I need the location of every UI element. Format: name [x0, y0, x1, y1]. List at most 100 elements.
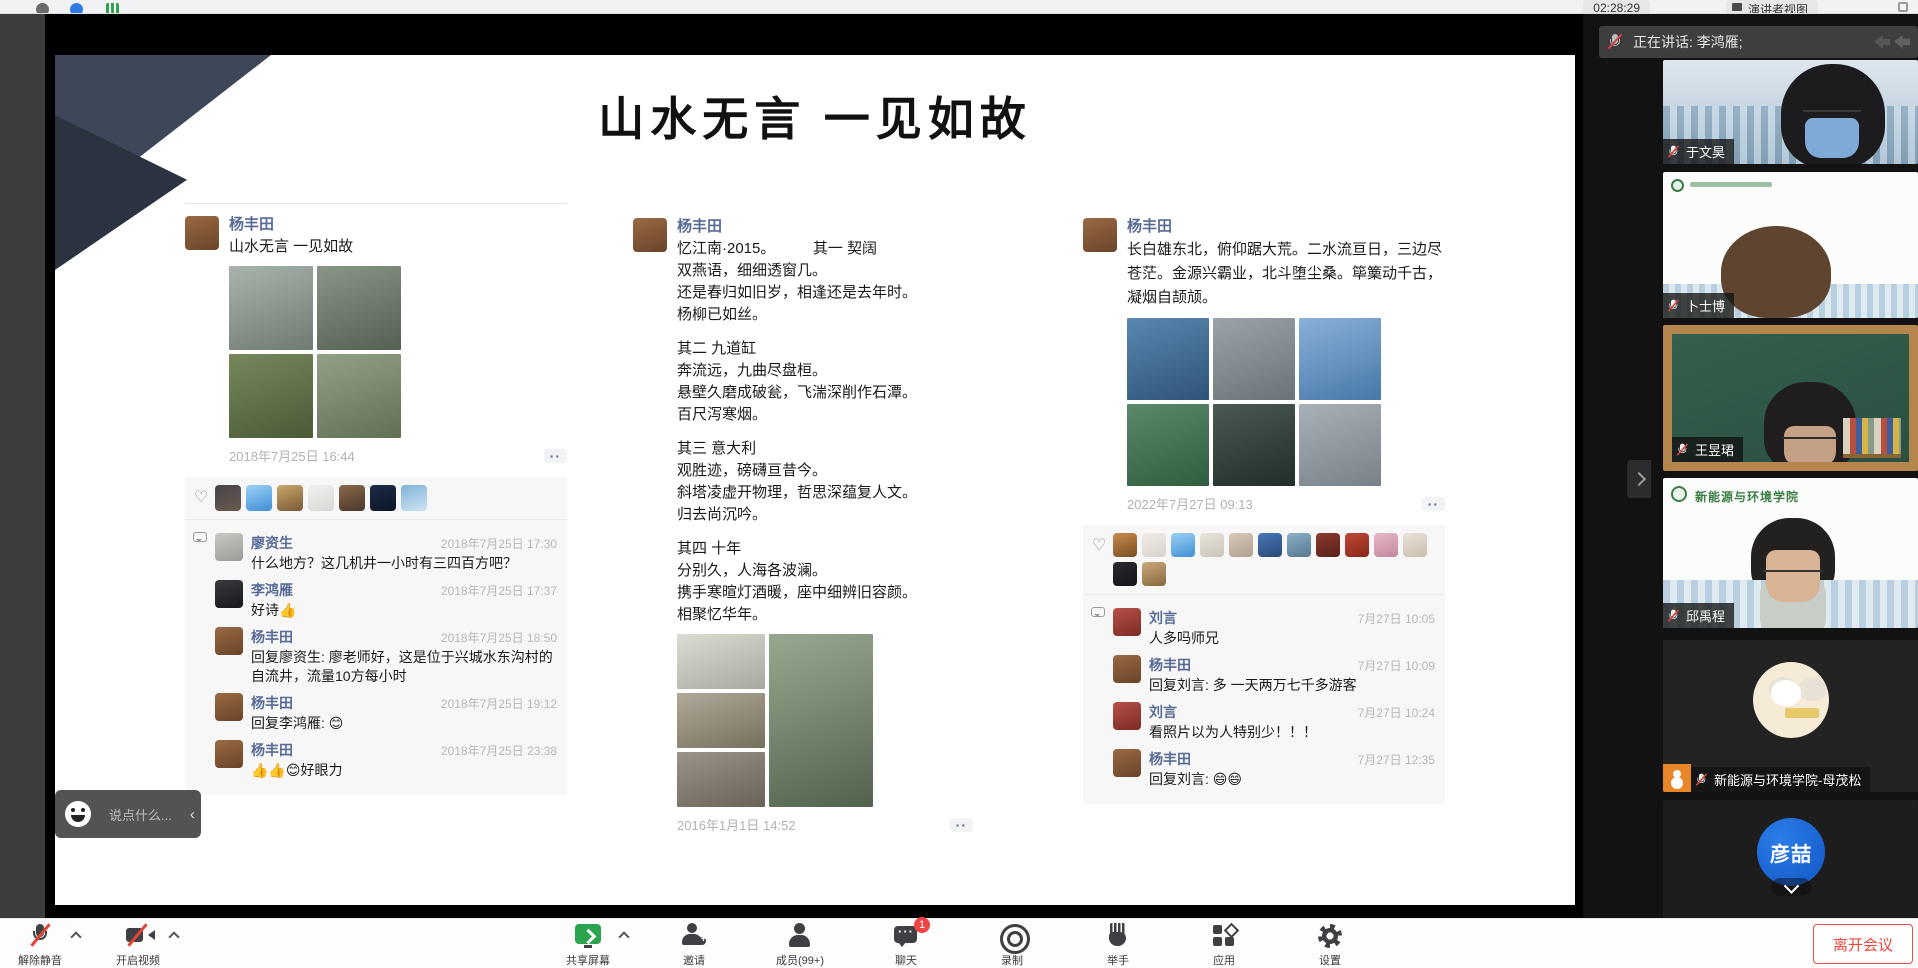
post-author-avatar	[1083, 218, 1117, 252]
emoji-icon[interactable]	[65, 801, 91, 827]
post-text-line: 双燕语，细细透窗几。	[677, 260, 973, 282]
comment-author: 杨丰田	[251, 693, 293, 713]
banner-arrows[interactable]	[1874, 35, 1910, 49]
participant-name-label: 邱禹程	[1663, 603, 1734, 628]
comment-avatar	[215, 740, 243, 768]
participant-feed-于文昊[interactable]: 于文昊	[1663, 60, 1918, 164]
window-control-icon[interactable]	[1898, 2, 1908, 12]
collapse-left-icon[interactable]: ‹	[190, 806, 195, 823]
like-avatar	[1345, 533, 1369, 557]
feed-decoration	[1805, 118, 1859, 158]
comment-head: 李鸿雁2018年7月25日 17:37	[251, 580, 557, 600]
like-avatar	[1258, 533, 1282, 557]
post-text-line	[677, 426, 973, 438]
comment-time: 2018年7月25日 19:12	[441, 695, 557, 712]
participant-name-label: 新能源与环境学院-母茂松	[1691, 767, 1870, 792]
toolbar-共享屏幕[interactable]: 共享屏幕	[556, 923, 620, 968]
comment-text: 看照片以为人特别少！！！	[1149, 723, 1435, 742]
scroll-down-chevron-icon[interactable]	[1771, 878, 1811, 896]
arrow-icon[interactable]	[1874, 35, 1890, 49]
toolbar-举手[interactable]: 举手	[1086, 923, 1150, 968]
like-avatar	[339, 485, 365, 511]
like-avatar	[246, 485, 272, 511]
toolbar-录制[interactable]: 录制	[980, 923, 1044, 968]
sidebar-collapse-button[interactable]	[1627, 460, 1651, 498]
post-text-line: 分别久，人海各波澜。	[677, 560, 973, 582]
chat-input-placeholder[interactable]: 说点什么...	[109, 805, 172, 824]
comment-row: 刘言7月27日 10:05人多吗师兄	[1113, 608, 1435, 648]
members-icon	[786, 923, 814, 949]
like-avatar	[215, 485, 241, 511]
comment-time: 7月27日 12:35	[1358, 751, 1435, 768]
leave-meeting-button[interactable]: 离开会议	[1813, 924, 1913, 964]
comment-head: 杨丰田7月27日 12:35	[1149, 749, 1435, 769]
participant-feed-新能源与环境学院-母茂松[interactable]: 新能源与环境学院-母茂松	[1663, 640, 1918, 792]
comment-text: 人多吗师兄	[1149, 629, 1435, 648]
post-likes: ♡	[185, 477, 567, 519]
participant-feed-卜士博[interactable]: 卜士博	[1663, 172, 1918, 318]
mic-muted-icon	[1667, 144, 1680, 158]
post-photo	[677, 752, 765, 807]
post-photo	[677, 693, 765, 748]
post-comments: 刘言7月27日 10:05人多吗师兄杨丰田7月27日 10:09回复刘言: 多 …	[1083, 594, 1445, 804]
meeting-window: 02:28:29 演讲者视图 山水无言 一见如故 杨丰田山水无言 一见如故201…	[0, 0, 1918, 968]
arrow-icon[interactable]	[1894, 35, 1910, 49]
participant-feed-邱禹程[interactable]: 新能源与环境学院邱禹程	[1663, 478, 1918, 628]
quick-chat-pill[interactable]: 说点什么... ‹	[55, 790, 201, 838]
post-text-line: 斜塔凌虚开物理，哲思深蕴复人文。	[677, 482, 973, 504]
camera-status-icon[interactable]	[70, 3, 83, 14]
post-date: 2016年1月1日 14:52	[677, 815, 796, 834]
raise-hand-icon	[1104, 923, 1132, 949]
comment-author: 杨丰田	[251, 627, 293, 647]
apps-icon	[1210, 923, 1238, 949]
comment-main: 刘言7月27日 10:05人多吗师兄	[1149, 608, 1435, 648]
comment-main: 李鸿雁2018年7月25日 17:37好诗👍	[251, 580, 557, 620]
post-text-line	[677, 326, 973, 338]
chevron-up-icon[interactable]	[618, 931, 629, 942]
toolbar-聊天[interactable]: 1聊天	[874, 923, 938, 968]
post-text-line: 相聚忆华年。	[677, 604, 973, 626]
comment-text: 回复李鸿雁: 😊	[251, 714, 557, 733]
comment-head: 杨丰田2018年7月25日 23:38	[251, 740, 557, 760]
share-status-icon[interactable]	[106, 3, 119, 14]
feed-decoration	[1843, 418, 1901, 458]
view-mode-button[interactable]: 演讲者视图	[1726, 0, 1818, 14]
post-social-panel: ♡廖资生2018年7月25日 17:30什么地方？这几机井一小时有三四百方吧？李…	[185, 477, 567, 795]
feed-decoration	[1671, 179, 1684, 192]
mic-muted-icon	[1676, 442, 1689, 456]
comment-text: 什么地方？这几机井一小时有三四百方吧？	[251, 554, 557, 573]
mic-status-icon[interactable]	[36, 3, 49, 14]
like-avatar	[308, 485, 334, 511]
post-photo-grid	[677, 634, 873, 807]
comment-row: 杨丰田 2018年7月25日 19:12 回复李鸿雁: 😊	[215, 693, 557, 733]
more-icon[interactable]: ··	[544, 449, 567, 463]
participant-name-label: 于文昊	[1663, 139, 1734, 164]
feed-decoration	[1782, 430, 1838, 439]
comment-main: 杨丰田 2018年7月25日 19:12 回复李鸿雁: 😊	[251, 693, 557, 733]
comment-time: 7月27日 10:05	[1358, 610, 1435, 627]
post-photo	[1127, 318, 1209, 400]
participant-feed-王昱珺[interactable]: 王昱珺	[1663, 325, 1918, 471]
comment-text: 👍👍😊好眼力	[251, 761, 557, 780]
feed-decoration	[1690, 182, 1772, 187]
participant-name: 于文昊	[1686, 142, 1725, 161]
more-icon[interactable]: ··	[950, 818, 973, 832]
toolbar-label: 成员(99+)	[776, 952, 824, 968]
more-icon[interactable]: ··	[1422, 497, 1445, 511]
toolbar-应用[interactable]: 应用	[1192, 923, 1256, 968]
comment-main: 刘言7月27日 10:24看照片以为人特别少！！！	[1149, 702, 1435, 742]
participant-feed-彦喆[interactable]: 彦喆	[1663, 800, 1918, 918]
post-photo	[1299, 404, 1381, 486]
comment-avatar	[215, 533, 243, 561]
comment-time: 7月27日 10:09	[1358, 657, 1435, 674]
meeting-timer: 02:28:29	[1583, 0, 1650, 14]
post-social-panel: ♡刘言7月27日 10:05人多吗师兄杨丰田7月27日 10:09回复刘言: 多…	[1083, 525, 1445, 804]
post-date: 2022年7月27日 09:13	[1127, 494, 1253, 513]
share-screen-icon	[574, 923, 602, 949]
toolbar-成员(99+)[interactable]: 成员(99+)	[768, 923, 832, 968]
post-author-avatar	[633, 218, 667, 252]
toolbar-设置[interactable]: 设置	[1298, 923, 1362, 968]
like-avatar	[401, 485, 427, 511]
toolbar-邀请[interactable]: 邀请	[662, 923, 726, 968]
like-avatar	[1200, 533, 1224, 557]
